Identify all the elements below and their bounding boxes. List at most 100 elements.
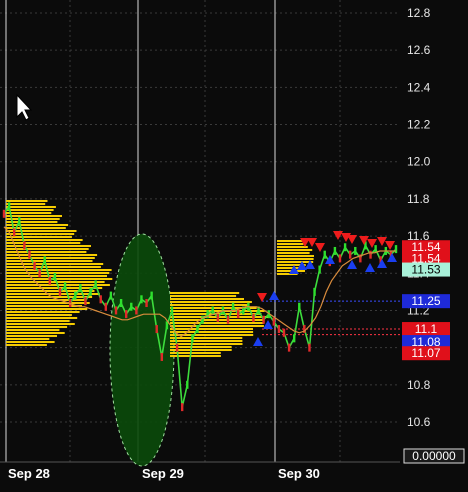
price-chart[interactable]: 12.812.612.412.212.011.811.611.411.211.0… xyxy=(0,0,468,492)
price-candle xyxy=(231,302,235,311)
price-candle xyxy=(338,254,342,263)
price-candle xyxy=(226,315,230,324)
price-candle xyxy=(48,276,52,285)
y-tick-label: 12.4 xyxy=(407,80,431,94)
y-tick-label: 12.0 xyxy=(407,155,431,169)
price-candle xyxy=(252,313,255,322)
price-candle xyxy=(12,228,16,237)
volume-profile-bar xyxy=(6,272,110,274)
price-candle xyxy=(7,202,11,211)
volume-profile-bar xyxy=(170,328,253,330)
volume-profile-bar xyxy=(6,242,81,244)
volume-profile-bar xyxy=(6,329,60,331)
volume-profile-bar xyxy=(6,287,103,289)
volume-profile-bar xyxy=(6,230,77,232)
price-candle xyxy=(99,295,102,304)
volume-profile-bar xyxy=(6,221,58,223)
highlight-ellipse-layer xyxy=(109,233,175,467)
highlight-ellipse xyxy=(109,233,175,467)
price-candle xyxy=(180,403,184,412)
volume-profile-bar xyxy=(170,298,244,300)
volume-profile-bar xyxy=(6,236,72,238)
price-candle xyxy=(53,272,57,281)
volume-profile-bar xyxy=(170,322,264,324)
volume-profile-bar xyxy=(6,215,62,217)
price-candle xyxy=(130,302,133,311)
volume-profile-bar xyxy=(6,317,78,319)
price-candle xyxy=(236,310,240,319)
volume-profile-bar xyxy=(277,255,314,257)
indicator-readout: 0.00000 xyxy=(403,448,465,464)
price-candle xyxy=(135,306,138,315)
price-candle xyxy=(298,302,301,311)
price-candle xyxy=(2,209,6,218)
volume-profile-bar xyxy=(170,340,243,342)
chart-window[interactable]: 12.812.612.412.212.011.811.611.411.211.0… xyxy=(0,0,468,492)
volume-profile-bar xyxy=(6,281,105,283)
price-candle xyxy=(145,299,148,308)
volume-profile-bar xyxy=(170,304,249,306)
price-candle xyxy=(28,250,31,259)
price-label-badge: 11.1 xyxy=(402,322,450,337)
price-label-badge: 11.07 xyxy=(402,346,450,361)
price-candle xyxy=(160,352,164,361)
volume-profile-bar xyxy=(6,326,68,328)
volume-profile-bar xyxy=(277,261,314,263)
y-tick-label: 12.8 xyxy=(407,6,431,20)
volume-profile-bar xyxy=(6,245,91,247)
y-tick-label: 10.8 xyxy=(407,378,431,392)
volume-profile-bar xyxy=(6,269,112,271)
volume-profile-bar xyxy=(277,243,304,245)
price-candle xyxy=(262,315,265,324)
readout-value: 0.00000 xyxy=(412,449,456,463)
price-label-text: 11.1 xyxy=(415,322,438,336)
volume-profile-bar xyxy=(170,337,243,339)
volume-profile-bar xyxy=(6,344,47,346)
x-tick-label: Sep 30 xyxy=(278,466,320,481)
volume-profile-bar xyxy=(6,218,60,220)
price-candle xyxy=(84,297,87,306)
volume-profile-bar xyxy=(277,246,308,248)
price-candle xyxy=(23,241,26,250)
volume-profile-bar xyxy=(6,233,75,235)
price-candle xyxy=(104,302,108,311)
price-candle xyxy=(114,306,118,315)
volume-profile-bar xyxy=(277,249,313,251)
price-candle xyxy=(196,325,199,334)
volume-profile-bar xyxy=(6,332,65,334)
volume-profile-bar xyxy=(6,302,90,304)
price-candle xyxy=(272,317,276,326)
y-tick-label: 12.6 xyxy=(407,43,431,57)
volume-profile-bar xyxy=(6,200,48,202)
price-candle xyxy=(43,256,46,265)
price-candle xyxy=(348,250,352,259)
price-candle xyxy=(140,295,143,304)
price-candle xyxy=(33,261,36,270)
price-candle xyxy=(354,246,357,255)
volume-profile-bar xyxy=(6,341,55,343)
volume-profile-bar xyxy=(6,308,88,310)
price-candle xyxy=(292,334,296,343)
price-candle xyxy=(201,315,204,324)
price-candle xyxy=(58,287,62,296)
price-candle xyxy=(277,325,281,334)
price-candle xyxy=(191,334,194,343)
price-candle xyxy=(119,299,123,308)
y-tick-label: 10.6 xyxy=(407,415,431,429)
price-candle xyxy=(211,306,214,315)
volume-profile-bar xyxy=(6,335,57,337)
price-label-text: 11.53 xyxy=(411,263,440,277)
price-label-text: 11.07 xyxy=(411,346,440,360)
volume-profile-bar xyxy=(6,260,93,262)
price-candle xyxy=(369,250,372,259)
volume-profile-bar xyxy=(6,311,80,313)
volume-profile-bar xyxy=(277,258,314,260)
volume-profile-bar xyxy=(6,338,50,340)
volume-profile-bar xyxy=(6,224,69,226)
volume-profile-bar xyxy=(170,331,254,333)
volume-profile-bar xyxy=(6,320,70,322)
volume-profile-bar xyxy=(6,278,113,280)
volume-profile-bar xyxy=(6,323,75,325)
volume-profile-bar xyxy=(6,296,93,298)
price-candle xyxy=(124,310,128,319)
